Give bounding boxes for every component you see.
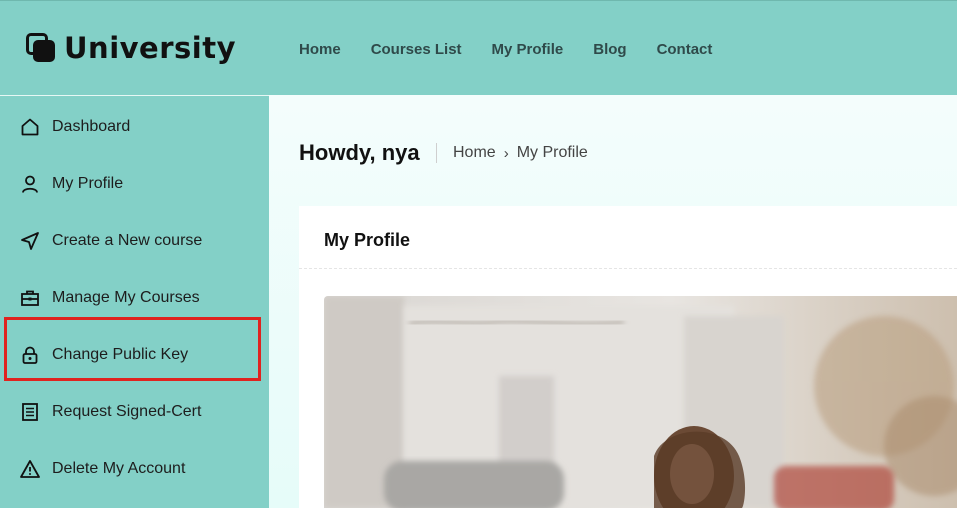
breadcrumb-home-link[interactable]: Home — [453, 144, 496, 162]
warning-icon — [20, 459, 40, 479]
sidebar-item-label: Request Signed-Cert — [52, 403, 202, 420]
sidebar-item-my-profile[interactable]: My Profile — [20, 169, 123, 199]
home-icon — [20, 117, 40, 137]
header-divider — [436, 143, 437, 163]
chevron-right-icon: › — [503, 144, 509, 162]
send-icon — [20, 231, 40, 251]
breadcrumb: Home › My Profile — [453, 144, 588, 162]
profile-cover-photo — [324, 296, 957, 508]
sidebar: Dashboard My Profile Create a New course… — [0, 95, 269, 508]
university-logo-icon — [26, 33, 56, 63]
breadcrumb-current: My Profile — [516, 144, 588, 161]
brand[interactable]: University — [26, 31, 236, 65]
sidebar-item-label: Manage My Courses — [52, 289, 200, 306]
selection-highlight-box — [4, 317, 261, 381]
sidebar-item-label: Dashboard — [52, 118, 131, 135]
document-icon — [20, 402, 40, 422]
card-divider — [299, 268, 957, 269]
nav-home[interactable]: Home — [299, 41, 341, 58]
sidebar-item-dashboard[interactable]: Dashboard — [20, 112, 130, 142]
sidebar-item-label: My Profile — [52, 175, 124, 192]
nav-my-profile[interactable]: My Profile — [492, 41, 564, 58]
nav-courses-list[interactable]: Courses List — [371, 41, 462, 58]
top-header: University Home Courses List My Profile … — [0, 0, 957, 95]
sidebar-item-request-signed-cert[interactable]: Request Signed-Cert — [20, 397, 201, 427]
sidebar-item-label: Create a New course — [52, 232, 203, 249]
main-content: Howdy, nya Home › My Profile My Profile — [269, 95, 957, 508]
sidebar-item-manage-courses[interactable]: Manage My Courses — [20, 283, 200, 313]
sidebar-item-delete-account[interactable]: Delete My Account — [20, 454, 185, 484]
brand-name: University — [64, 31, 236, 65]
page-greeting: Howdy, nya — [299, 140, 420, 165]
card-title: My Profile — [324, 230, 411, 250]
main-nav: Home Courses List My Profile Blog Contac… — [299, 41, 712, 58]
sidebar-item-create-course[interactable]: Create a New course — [20, 226, 202, 256]
profile-card: My Profile — [299, 206, 957, 508]
nav-contact[interactable]: Contact — [657, 41, 713, 58]
user-icon — [20, 174, 40, 194]
nav-blog[interactable]: Blog — [593, 41, 626, 58]
sidebar-item-label: Delete My Account — [52, 460, 186, 477]
briefcase-icon — [20, 288, 40, 308]
